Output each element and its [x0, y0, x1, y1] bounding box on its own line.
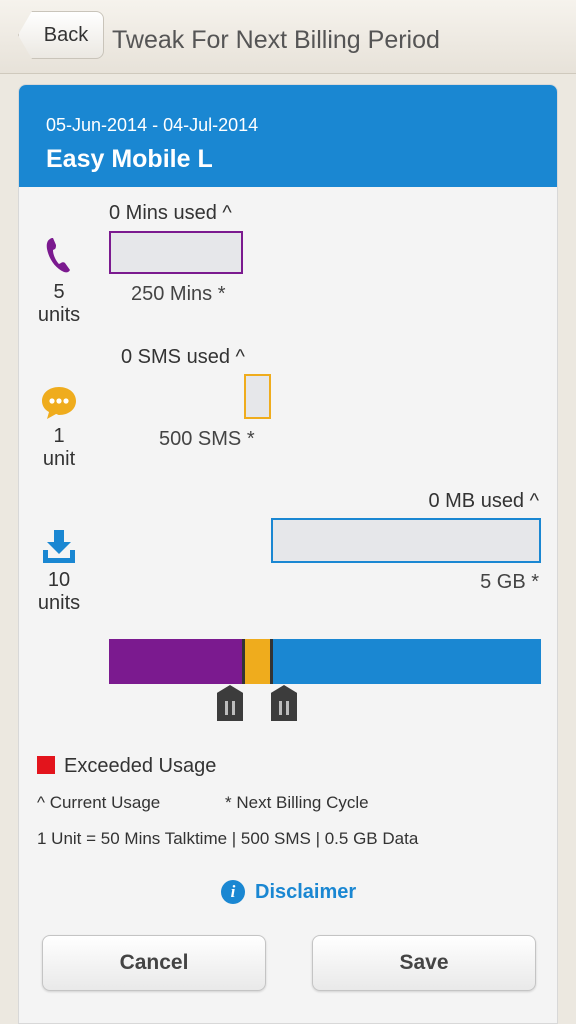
data-segment: [271, 639, 541, 684]
exceeded-usage-swatch: [37, 756, 55, 774]
disclaimer-label: Disclaimer: [255, 880, 357, 903]
current-usage-note: ^ Current Usage: [37, 793, 161, 812]
next-cycle-note: * Next Billing Cycle: [225, 793, 369, 812]
navigation-bar: Back Tweak For Next Billing Period: [0, 0, 576, 74]
talktime-units-value: 5: [53, 281, 65, 303]
talktime-segment: [109, 639, 243, 684]
sms-units: 1 unit: [19, 425, 99, 471]
plan-card: 05-Jun-2014 - 04-Jul-2014 Easy Mobile L …: [18, 84, 558, 1024]
plan-header: 05-Jun-2014 - 04-Jul-2014 Easy Mobile L: [19, 85, 557, 187]
download-icon: [43, 530, 75, 563]
sms-usage-bar: [244, 374, 271, 419]
data-usage-bar: [271, 518, 541, 563]
sms-used: 0 SMS used ^: [121, 346, 245, 368]
data-units-label: units: [37, 592, 81, 614]
allocation-slider[interactable]: [109, 639, 541, 684]
exceeded-usage-label: Exceeded Usage: [64, 755, 217, 777]
talktime-units: 5 units: [19, 281, 99, 327]
sms-segment: [243, 639, 271, 684]
sms-units-label: unit: [42, 448, 76, 470]
chat-bubble-icon: [42, 387, 76, 419]
talktime-used: 0 Mins used ^: [109, 202, 232, 224]
disclaimer-link[interactable]: i Disclaimer: [221, 880, 356, 904]
billing-period: 05-Jun-2014 - 04-Jul-2014: [46, 115, 259, 135]
slider-handle-left[interactable]: [217, 685, 243, 721]
data-units: 10 units: [19, 569, 99, 615]
back-button[interactable]: Back: [18, 11, 104, 59]
page-title: Tweak For Next Billing Period: [112, 26, 440, 54]
talktime-limit: 250 Mins *: [131, 283, 226, 305]
info-icon: i: [221, 880, 245, 904]
slider-handle-right[interactable]: [271, 685, 297, 721]
data-units-value: 10: [47, 569, 71, 591]
data-limit: 5 GB *: [480, 571, 539, 593]
talktime-units-label: units: [37, 304, 81, 326]
talktime-usage-bar: [109, 231, 243, 274]
slider-divider-right: [270, 639, 273, 684]
data-used: 0 MB used ^: [428, 490, 539, 512]
phone-icon: [46, 238, 70, 273]
unit-definition: 1 Unit = 50 Mins Talktime | 500 SMS | 0.…: [37, 829, 419, 848]
slider-divider-left: [242, 639, 245, 684]
save-button[interactable]: Save: [312, 935, 536, 991]
plan-name: Easy Mobile L: [46, 145, 213, 173]
sms-units-value: 1: [53, 425, 65, 447]
cancel-button[interactable]: Cancel: [42, 935, 266, 991]
sms-limit: 500 SMS *: [159, 428, 255, 450]
